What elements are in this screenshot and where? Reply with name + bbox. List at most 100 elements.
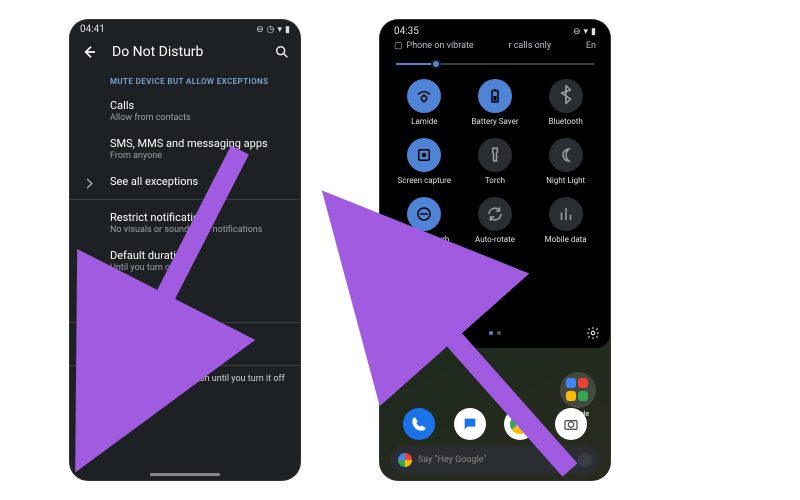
qs-tile-auto-rotate[interactable]: Auto-rotate xyxy=(461,197,530,252)
row-schedules-label: Schedules xyxy=(110,287,290,300)
status-bar: 04:35 ⊖ ▾ ▮ xyxy=(386,24,604,39)
camera-icon xyxy=(563,416,579,432)
phone-icon xyxy=(411,416,427,432)
clock-icon: ◷ xyxy=(267,25,275,35)
settings-button[interactable] xyxy=(586,326,600,340)
info-text: Do Not Disturb will stay on until you tu… xyxy=(104,374,285,384)
battery-icon: ▮ xyxy=(285,25,290,35)
battery-icon xyxy=(478,79,512,113)
row-restrict-sub: No visuals or sound from notifications xyxy=(110,225,290,235)
qs-tile-label: Torch xyxy=(485,176,505,185)
divider xyxy=(70,322,300,323)
row-duration-label: Default duration xyxy=(110,249,290,262)
status-bar: 04:41 ⊖ ◷ ▾ ▮ xyxy=(70,20,300,37)
camera-app[interactable] xyxy=(555,408,587,440)
row-sms[interactable]: SMS, MMS and messaging apps From anyone xyxy=(70,130,300,168)
search-button[interactable] xyxy=(274,44,290,60)
phone-settings-dnd: 04:41 ⊖ ◷ ▾ ▮ Do Not Disturb MUTE DEVICE… xyxy=(70,20,300,480)
qs-tile-label: Night Light xyxy=(546,176,585,185)
mic-icon xyxy=(578,453,592,467)
bluetooth-icon xyxy=(549,79,583,113)
page-dot xyxy=(489,331,493,335)
messages-icon xyxy=(462,416,478,432)
messages-app[interactable] xyxy=(454,408,486,440)
qs-tile-label: Auto-rotate xyxy=(475,235,515,244)
chrome-app[interactable] xyxy=(504,408,536,440)
row-default-duration[interactable]: Default duration Until you turn off xyxy=(70,242,300,280)
dock xyxy=(380,408,610,440)
row-schedules[interactable]: Schedules Never xyxy=(70,280,300,318)
edit-tiles-button[interactable] xyxy=(390,326,404,340)
app-bar: Do Not Disturb xyxy=(70,37,300,67)
google-folder[interactable] xyxy=(560,372,596,408)
wifi-icon: ▾ xyxy=(278,25,283,35)
wifi-icon xyxy=(407,79,441,113)
back-button[interactable] xyxy=(80,43,98,61)
row-duration-sub: Until you turn off xyxy=(110,263,290,273)
qs-tile-label: Bluetooth xyxy=(549,117,583,126)
qs-footer xyxy=(380,324,610,342)
page-indicator xyxy=(489,331,501,335)
qs-tile-do-not-disturb[interactable]: Do not disturb xyxy=(390,197,459,252)
row-see-all-exceptions[interactable]: See all exceptions xyxy=(70,168,300,195)
row-calls-label: Calls xyxy=(110,99,290,112)
row-restrict-notifications[interactable]: Restrict notifications No visuals or sou… xyxy=(70,204,300,242)
slider-thumb[interactable] xyxy=(431,59,441,69)
arrow-left-icon xyxy=(81,44,97,60)
phone-app[interactable] xyxy=(403,408,435,440)
row-sms-sub: From anyone xyxy=(110,151,290,161)
data-icon xyxy=(549,197,583,231)
qs-header-left: Phone on vibrate xyxy=(407,41,474,51)
folder-app-icon xyxy=(578,391,588,401)
row-restrict-label: Restrict notifications xyxy=(110,211,290,224)
home-indicator[interactable] xyxy=(150,473,220,476)
divider xyxy=(70,199,300,200)
row-sms-label: SMS, MMS and messaging apps xyxy=(110,137,290,150)
qs-tile-mobile-data[interactable]: Mobile data xyxy=(531,197,600,252)
rotate-icon xyxy=(478,197,512,231)
qs-tile-torch[interactable]: Torch xyxy=(461,138,530,193)
qs-tile-label: Battery Saver xyxy=(471,117,518,126)
qs-tile-bluetooth[interactable]: Bluetooth xyxy=(531,79,600,134)
google-search-bar[interactable]: Say "Hey Google" xyxy=(390,446,600,474)
qs-tile-lamide[interactable]: Lamide xyxy=(390,79,459,134)
slider-fill xyxy=(396,63,436,65)
torch-icon xyxy=(478,138,512,172)
info-footer: i Do Not Disturb will stay on until you … xyxy=(70,365,300,394)
folder-app-icon xyxy=(566,391,576,401)
qs-tile-label: Lamide xyxy=(411,117,437,126)
page-title: Do Not Disturb xyxy=(112,44,274,60)
dnd-icon xyxy=(407,197,441,231)
status-time: 04:41 xyxy=(80,24,105,35)
wifi-icon: ▾ xyxy=(584,27,589,37)
vibrate-icon: ▢ xyxy=(394,41,403,51)
row-see-all-label: See all exceptions xyxy=(110,175,290,188)
turn-off-now-button[interactable]: TURN OFF NOW xyxy=(110,335,199,357)
row-schedules-sub: Never xyxy=(110,301,290,311)
qs-tile-label: Mobile data xyxy=(545,235,587,244)
status-time: 04:35 xyxy=(394,26,419,37)
brightness-slider[interactable] xyxy=(396,57,594,71)
capture-icon xyxy=(407,138,441,172)
qs-header: ▢ Phone on vibrate r calls only En xyxy=(386,39,604,55)
google-logo-icon xyxy=(398,453,412,467)
folder-app-icon xyxy=(566,378,576,388)
section-header: MUTE DEVICE BUT ALLOW EXCEPTIONS xyxy=(70,67,300,92)
search-placeholder: Say "Hey Google" xyxy=(418,455,486,465)
row-calls-sub: Allow from contacts xyxy=(110,113,290,123)
qs-tile-battery-saver[interactable]: Battery Saver xyxy=(461,79,530,134)
quick-settings-panel: 04:35 ⊖ ▾ ▮ ▢ Phone on vibrate r calls o… xyxy=(380,20,610,348)
qs-tile-label: Screen capture xyxy=(398,176,451,185)
qs-tile-label: Do not disturb xyxy=(399,235,449,244)
info-icon: i xyxy=(82,374,94,386)
page-dot xyxy=(497,331,501,335)
search-icon xyxy=(274,44,290,60)
qs-tile-screen-capture[interactable]: Screen capture xyxy=(390,138,459,193)
qs-grid: Lamide Battery Saver Bluetooth Screen captu… xyxy=(386,79,604,252)
row-calls[interactable]: Calls Allow from contacts xyxy=(70,92,300,130)
qs-tile-night-light[interactable]: Night Light xyxy=(531,138,600,193)
battery-icon: ▮ xyxy=(591,27,596,37)
status-icons: ⊖ ◷ ▾ ▮ xyxy=(256,25,290,35)
dnd-status-icon: ⊖ xyxy=(573,27,581,37)
folder-app-icon xyxy=(578,378,588,388)
